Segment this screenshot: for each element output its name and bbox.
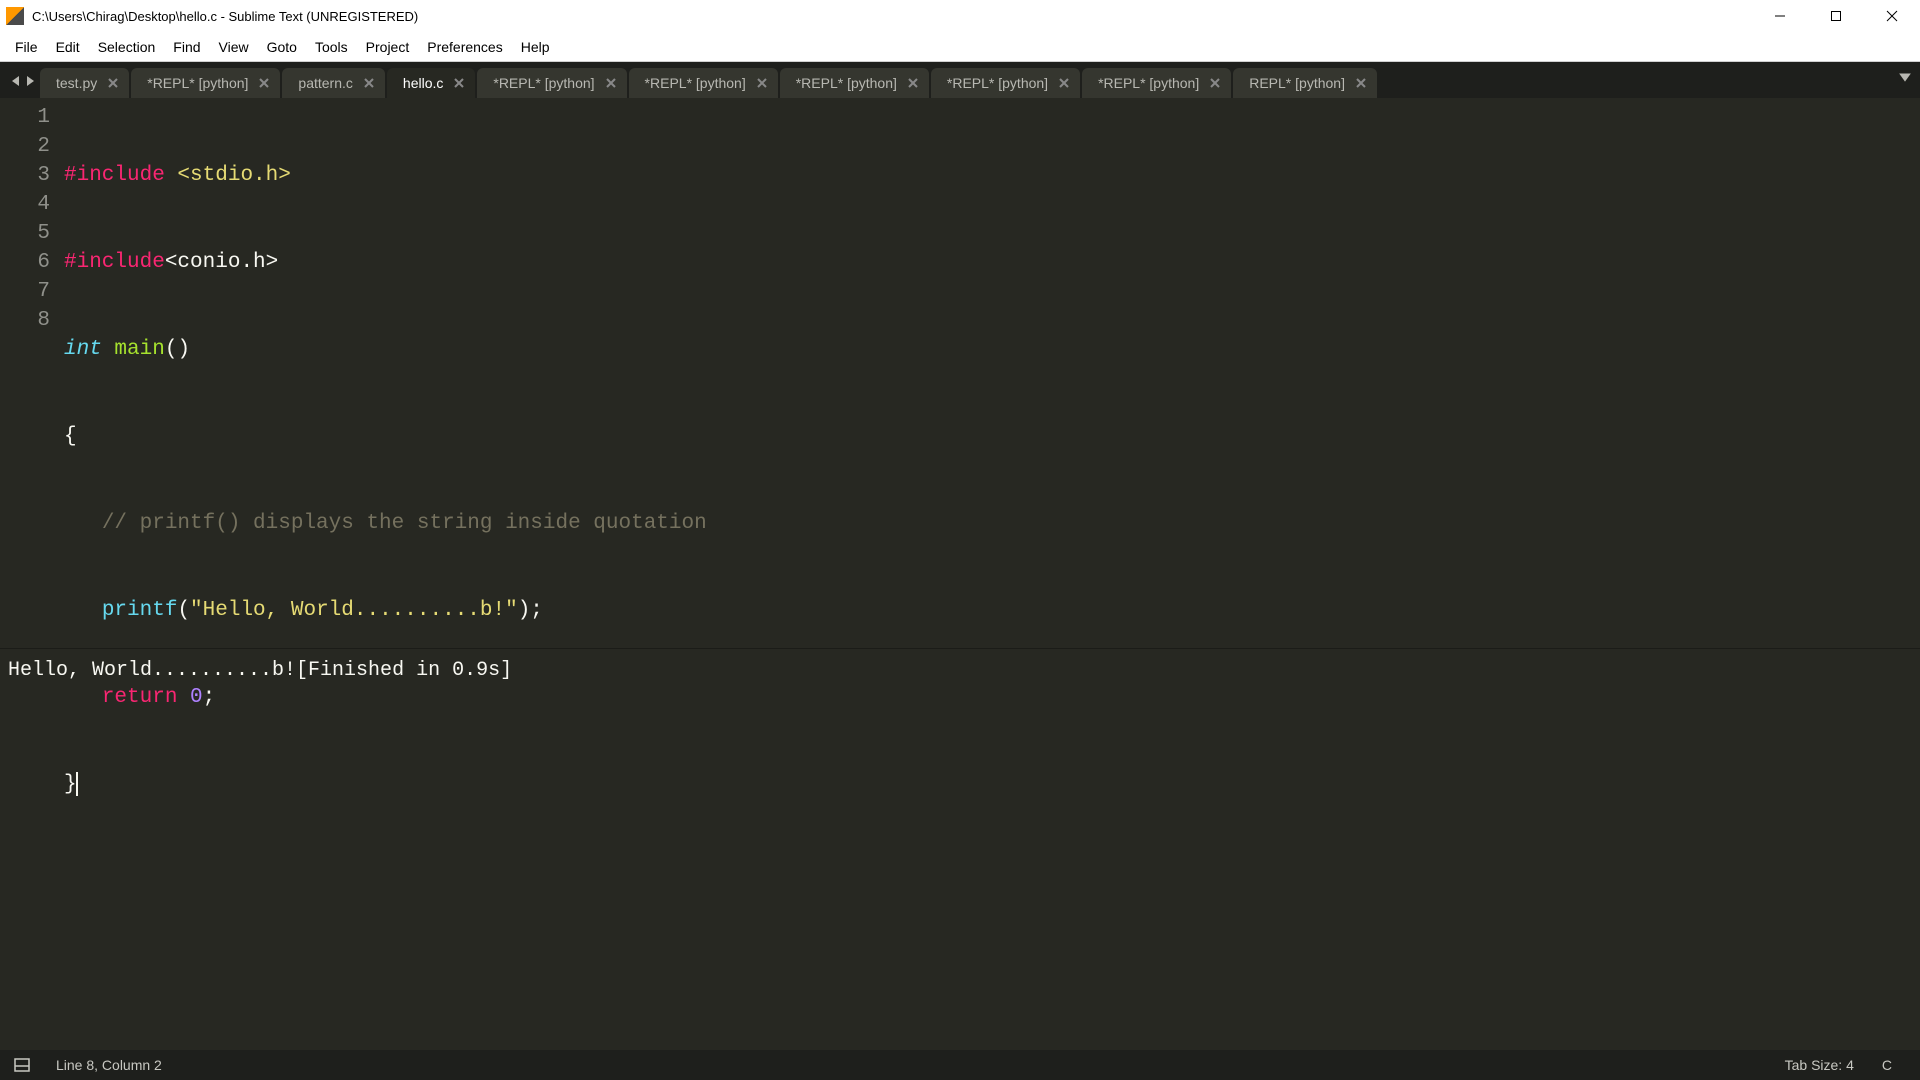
window-title: C:\Users\Chirag\Desktop\hello.c - Sublim… <box>32 9 418 24</box>
tab-repl-7[interactable]: REPL* [python] <box>1233 68 1377 98</box>
tab-repl-6[interactable]: *REPL* [python] <box>1082 68 1231 98</box>
tab-label: pattern.c <box>298 75 352 91</box>
code-token: "Hello, World..........b!" <box>190 599 518 622</box>
tab-repl-1[interactable]: *REPL* [python] <box>131 68 280 98</box>
window-titlebar: C:\Users\Chirag\Desktop\hello.c - Sublim… <box>0 0 1920 32</box>
minimize-button[interactable] <box>1752 0 1808 32</box>
code-token <box>64 599 102 622</box>
menu-help[interactable]: Help <box>512 35 559 59</box>
code-token: ( <box>177 599 190 622</box>
code-area[interactable]: #include <stdio.h> #include<conio.h> int… <box>64 98 1920 648</box>
tab-history-nav <box>6 74 40 98</box>
status-cursor-position[interactable]: Line 8, Column 2 <box>42 1057 176 1073</box>
code-token <box>64 512 102 535</box>
code-token: #include <box>64 164 165 187</box>
tab-label: hello.c <box>403 75 443 91</box>
close-icon[interactable] <box>107 77 119 89</box>
tab-hello-c[interactable]: hello.c <box>387 68 475 98</box>
line-number-gutter: 1 2 3 4 5 6 7 8 <box>0 98 64 648</box>
code-token <box>102 338 115 361</box>
line-number: 8 <box>0 306 50 335</box>
maximize-button[interactable] <box>1808 0 1864 32</box>
code-token: <stdio.h> <box>165 164 291 187</box>
tab-bar: test.py *REPL* [python] pattern.c hello.… <box>0 62 1920 98</box>
menu-project[interactable]: Project <box>357 35 419 59</box>
tab-label: test.py <box>56 75 97 91</box>
close-icon[interactable] <box>907 77 919 89</box>
code-token: return <box>102 686 178 709</box>
tab-pattern-c[interactable]: pattern.c <box>282 68 384 98</box>
code-token: { <box>64 425 77 448</box>
tab-label: *REPL* [python] <box>1098 75 1199 91</box>
close-icon[interactable] <box>605 77 617 89</box>
line-number: 5 <box>0 219 50 248</box>
tab-back-icon[interactable] <box>10 74 22 92</box>
close-icon[interactable] <box>453 77 465 89</box>
line-number: 4 <box>0 190 50 219</box>
line-number: 6 <box>0 248 50 277</box>
close-icon[interactable] <box>258 77 270 89</box>
close-icon[interactable] <box>756 77 768 89</box>
code-token: ; <box>203 686 216 709</box>
line-number: 1 <box>0 103 50 132</box>
code-token: <conio.h> <box>165 251 278 274</box>
menu-file[interactable]: File <box>6 35 47 59</box>
close-icon[interactable] <box>1355 77 1367 89</box>
status-syntax[interactable]: C <box>1868 1057 1906 1073</box>
code-token: () <box>165 338 190 361</box>
text-cursor <box>76 772 78 796</box>
tab-repl-5[interactable]: *REPL* [python] <box>931 68 1080 98</box>
line-number: 3 <box>0 161 50 190</box>
code-token: int <box>64 338 102 361</box>
close-button[interactable] <box>1864 0 1920 32</box>
menu-bar: File Edit Selection Find View Goto Tools… <box>0 32 1920 62</box>
menu-preferences[interactable]: Preferences <box>418 35 511 59</box>
panel-switcher-icon[interactable] <box>14 1058 30 1072</box>
tab-label: *REPL* [python] <box>493 75 594 91</box>
menu-edit[interactable]: Edit <box>47 35 89 59</box>
tab-label: *REPL* [python] <box>147 75 248 91</box>
tab-label: *REPL* [python] <box>645 75 746 91</box>
line-number: 7 <box>0 277 50 306</box>
editor[interactable]: 1 2 3 4 5 6 7 8 #include <stdio.h> #incl… <box>0 98 1920 648</box>
menu-view[interactable]: View <box>210 35 258 59</box>
menu-find[interactable]: Find <box>164 35 209 59</box>
close-icon[interactable] <box>1209 77 1221 89</box>
tab-repl-3[interactable]: *REPL* [python] <box>629 68 778 98</box>
code-token: // printf() displays the string inside q… <box>102 512 707 535</box>
code-token: printf <box>102 599 178 622</box>
tab-label: REPL* [python] <box>1249 75 1345 91</box>
status-tab-size[interactable]: Tab Size: 4 <box>1771 1057 1868 1073</box>
tab-repl-4[interactable]: *REPL* [python] <box>780 68 929 98</box>
code-token <box>64 686 102 709</box>
close-icon[interactable] <box>363 77 375 89</box>
menu-selection[interactable]: Selection <box>89 35 165 59</box>
tab-forward-icon[interactable] <box>24 74 36 92</box>
line-number: 2 <box>0 132 50 161</box>
code-token: #include <box>64 251 165 274</box>
tab-label: *REPL* [python] <box>947 75 1048 91</box>
close-icon[interactable] <box>1058 77 1070 89</box>
app-icon <box>6 7 24 25</box>
tab-overflow-icon[interactable] <box>1898 70 1914 86</box>
tab-repl-2[interactable]: *REPL* [python] <box>477 68 626 98</box>
menu-tools[interactable]: Tools <box>306 35 357 59</box>
code-token: 0 <box>190 686 203 709</box>
code-token: ); <box>518 599 543 622</box>
code-token: main <box>114 338 164 361</box>
code-token <box>177 686 190 709</box>
status-bar: Line 8, Column 2 Tab Size: 4 C <box>0 1050 1920 1080</box>
menu-goto[interactable]: Goto <box>258 35 306 59</box>
tab-label: *REPL* [python] <box>796 75 897 91</box>
tab-test-py[interactable]: test.py <box>40 68 129 98</box>
